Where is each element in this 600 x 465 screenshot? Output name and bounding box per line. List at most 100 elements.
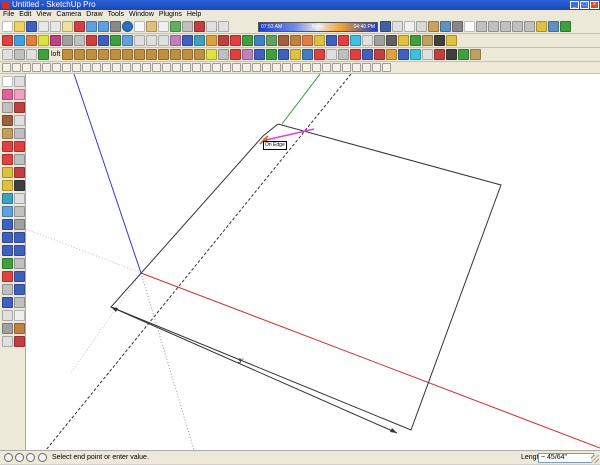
menu-file[interactable]: File: [3, 10, 14, 20]
pushpull-icon[interactable]: [86, 35, 97, 46]
grid-4-icon[interactable]: [212, 63, 221, 72]
shadow-tool-icon[interactable]: [14, 297, 25, 308]
credits-icon[interactable]: [15, 453, 24, 462]
grid-icon[interactable]: [182, 63, 191, 72]
frame-4-icon[interactable]: [292, 63, 301, 72]
geo-location-icon[interactable]: [4, 453, 13, 462]
move-icon[interactable]: [122, 35, 133, 46]
menu-plugins[interactable]: Plugins: [159, 10, 182, 20]
cut-icon[interactable]: [38, 21, 49, 32]
union-icon[interactable]: [314, 49, 326, 60]
instructor-icon[interactable]: [38, 453, 47, 462]
text-tool-left-icon[interactable]: [14, 193, 25, 204]
split-solid-icon[interactable]: [350, 49, 362, 60]
modeling-viewport[interactable]: [25, 73, 600, 451]
length-input[interactable]: ~ 45/64": [538, 453, 594, 463]
frame-5-icon[interactable]: [302, 63, 311, 72]
right-view-icon[interactable]: [500, 21, 511, 32]
grid-2-icon[interactable]: [192, 63, 201, 72]
pyramid-icon[interactable]: [146, 49, 158, 60]
plugin-a-icon[interactable]: [2, 336, 13, 347]
polygon-tool-icon[interactable]: [2, 128, 13, 139]
help-icon[interactable]: [26, 453, 35, 462]
select-arrow-icon[interactable]: [2, 76, 13, 87]
line-icon[interactable]: [194, 21, 205, 32]
snowflake-icon[interactable]: [350, 35, 361, 46]
back-view-icon[interactable]: [512, 21, 523, 32]
polyline-icon[interactable]: [38, 35, 49, 46]
link-icon[interactable]: [142, 63, 151, 72]
frame-10-icon[interactable]: [352, 63, 361, 72]
look-around-tool-icon[interactable]: [2, 271, 13, 282]
soften-icon[interactable]: [254, 49, 266, 60]
rotate-icon[interactable]: [98, 35, 109, 46]
ring-6-icon[interactable]: [72, 63, 81, 72]
resize-grip[interactable]: [591, 455, 599, 463]
polygon-icon[interactable]: [146, 35, 157, 46]
scale-tool-icon[interactable]: [2, 167, 13, 178]
menu-window[interactable]: Window: [129, 10, 154, 20]
arc-tool-icon[interactable]: [14, 115, 25, 126]
zoom-window-icon[interactable]: [302, 35, 313, 46]
walk-icon[interactable]: [362, 35, 373, 46]
shaded-icon[interactable]: [428, 21, 439, 32]
orbit-icon[interactable]: [266, 35, 277, 46]
ring-5-icon[interactable]: [62, 63, 71, 72]
paint-bucket-icon[interactable]: [170, 21, 181, 32]
position-camera-icon[interactable]: [386, 35, 397, 46]
round-corner-icon[interactable]: [218, 49, 230, 60]
ring-2-icon[interactable]: [32, 63, 41, 72]
materials-icon[interactable]: [398, 49, 410, 60]
select-icon[interactable]: [134, 21, 145, 32]
zoom-tool-icon[interactable]: [2, 232, 13, 243]
wedge-icon[interactable]: [194, 49, 206, 60]
zoom-icon[interactable]: [290, 35, 301, 46]
menu-view[interactable]: View: [36, 10, 51, 20]
grid-6-icon[interactable]: [232, 63, 241, 72]
previous-view-icon[interactable]: [326, 35, 337, 46]
layers-icon[interactable]: [422, 49, 434, 60]
orbit-tool-icon[interactable]: [2, 219, 13, 230]
offset-icon[interactable]: [62, 35, 73, 46]
dimension-icon[interactable]: [218, 35, 229, 46]
dome-icon[interactable]: [158, 49, 170, 60]
tube-icon[interactable]: [122, 49, 134, 60]
rect-select-icon[interactable]: [2, 49, 13, 60]
subtract-icon[interactable]: [326, 49, 338, 60]
smoove-icon[interactable]: [422, 35, 433, 46]
offset-tool-icon[interactable]: [14, 167, 25, 178]
scale-icon[interactable]: [110, 35, 121, 46]
render-icon[interactable]: [470, 49, 482, 60]
style-tool-icon[interactable]: [14, 284, 25, 295]
stop-icon[interactable]: [338, 35, 349, 46]
ring-10-icon[interactable]: [112, 63, 121, 72]
arc-icon[interactable]: [218, 21, 229, 32]
tape-measure-icon[interactable]: [182, 35, 193, 46]
maximize-button[interactable]: □: [580, 1, 589, 9]
ring-9-icon[interactable]: [102, 63, 111, 72]
xray-icon[interactable]: [380, 21, 391, 32]
curve-tool-icon[interactable]: [2, 35, 13, 46]
flip-edge-icon[interactable]: [434, 35, 445, 46]
eraser-icon[interactable]: [158, 21, 169, 32]
terrain-tool-icon[interactable]: [14, 323, 25, 334]
axes-icon[interactable]: [206, 35, 217, 46]
draw-line-icon[interactable]: [162, 63, 171, 72]
frame-7-icon[interactable]: [322, 63, 331, 72]
blank-tool-icon[interactable]: [14, 310, 25, 321]
prism-icon[interactable]: [134, 49, 146, 60]
grid-7-icon[interactable]: [242, 63, 251, 72]
ring-11-icon[interactable]: [122, 63, 131, 72]
text-tool-icon[interactable]: [230, 35, 241, 46]
dimension-tool-icon[interactable]: [14, 180, 25, 191]
protractor-icon[interactable]: [194, 35, 205, 46]
outer-shell-icon[interactable]: [362, 49, 374, 60]
google-earth-icon[interactable]: [560, 21, 571, 32]
loft-label[interactable]: loft: [50, 49, 61, 60]
ring-8-icon[interactable]: [92, 63, 101, 72]
weld-icon[interactable]: [206, 49, 218, 60]
section-tool-icon[interactable]: [14, 271, 25, 282]
rotate-tool-icon[interactable]: [2, 154, 13, 165]
circle-3pt-icon[interactable]: [158, 35, 169, 46]
frame-8-icon[interactable]: [332, 63, 341, 72]
